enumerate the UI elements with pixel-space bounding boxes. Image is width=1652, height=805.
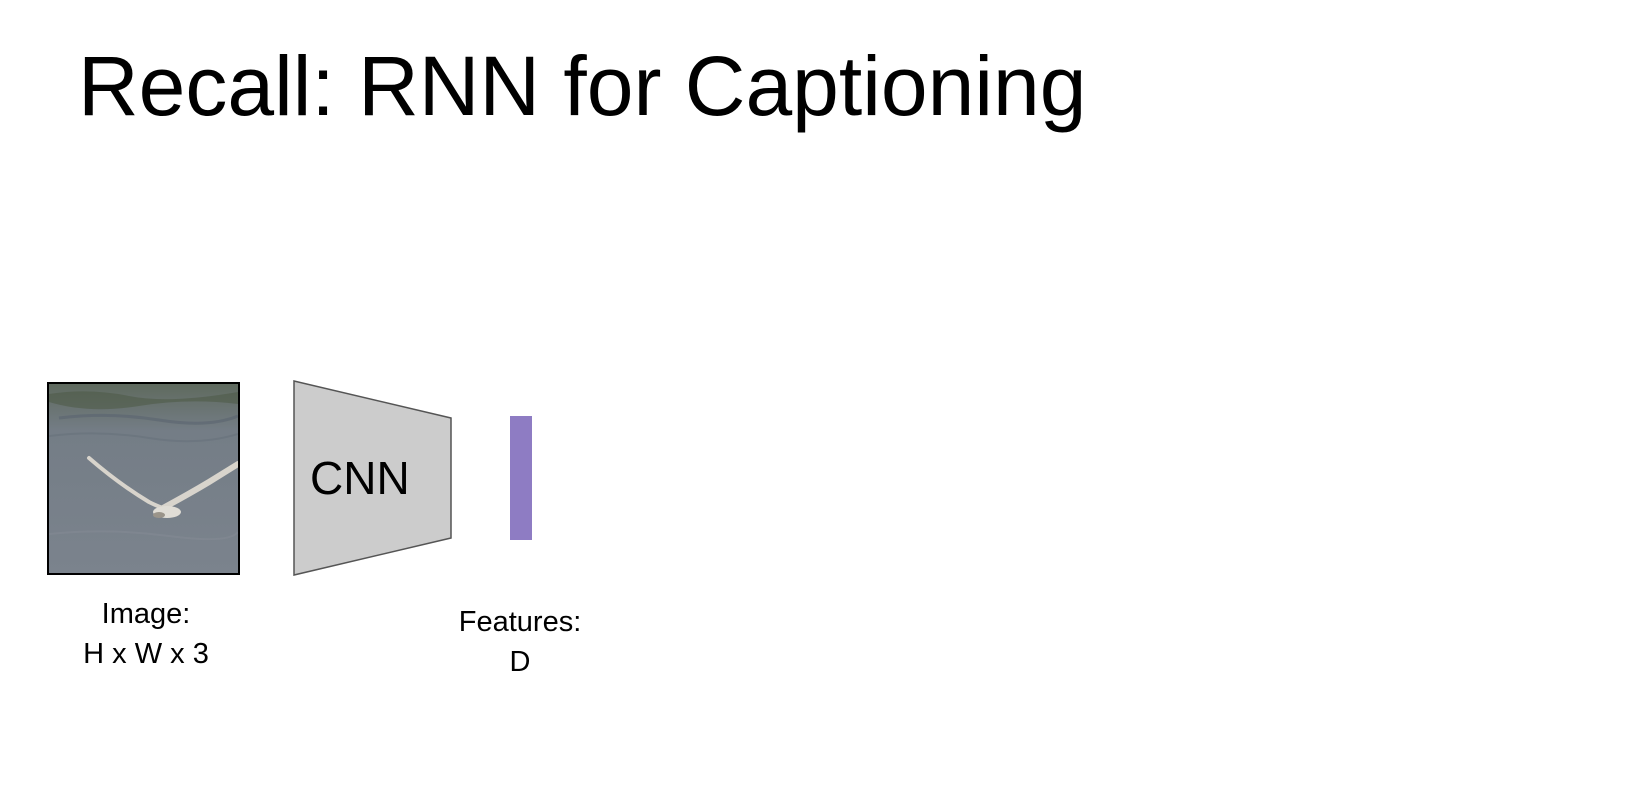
slide-title: Recall: RNN for Captioning xyxy=(78,39,1087,133)
features-caption-line1: Features: xyxy=(458,606,582,638)
seagull-photo xyxy=(49,384,238,573)
input-image xyxy=(47,382,240,575)
image-caption: Image: H x W x 3 xyxy=(46,594,246,674)
features-caption: Features: D xyxy=(420,602,620,682)
image-caption-line2: H x W x 3 xyxy=(83,638,209,670)
features-caption-line2: D xyxy=(509,646,531,678)
cnn-label: CNN xyxy=(310,452,410,504)
image-caption-line1: Image: xyxy=(101,598,191,630)
feature-vector xyxy=(510,416,532,540)
